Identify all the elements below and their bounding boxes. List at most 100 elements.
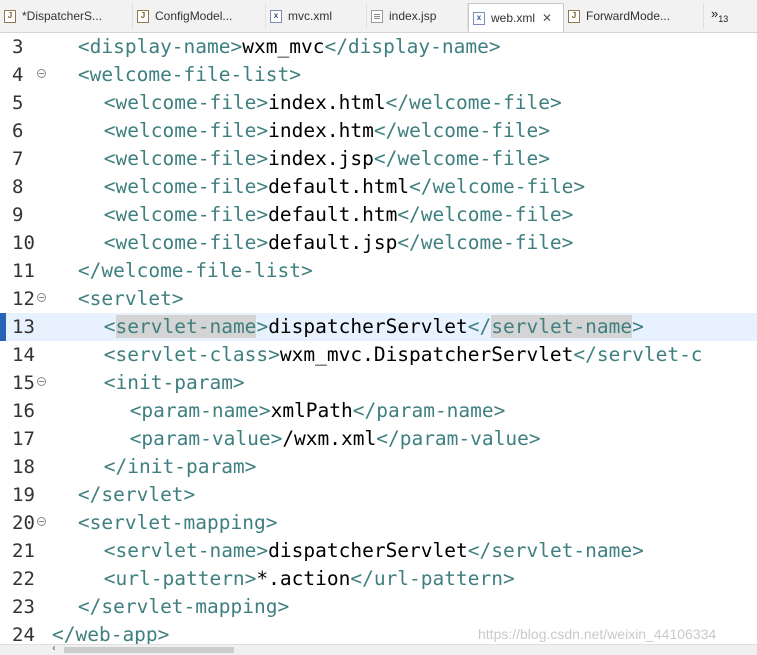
code-line[interactable]: 22 <url-pattern>*.action</url-pattern> — [0, 565, 757, 593]
xml-tag: <param-name> — [129, 399, 271, 422]
fold-collapse-icon[interactable]: − — [37, 517, 46, 526]
current-line-marker — [0, 313, 6, 341]
xml-tag: </welcome-file> — [373, 147, 550, 170]
code-line[interactable]: 4 − <welcome-file-list> — [0, 61, 757, 89]
xml-tag: </welcome-file> — [397, 231, 574, 254]
code-text: <servlet-mapping> — [78, 509, 278, 537]
xml-tag: </param-value> — [376, 427, 541, 450]
editor-tab-bar: J *DispatcherS... J ConfigModel... x mvc… — [0, 0, 757, 33]
code-text: <servlet-name>dispatcherServlet</servlet… — [104, 537, 644, 565]
tab-label: ConfigModel... — [155, 9, 233, 23]
tab-web-xml[interactable]: x web.xml ✕ — [468, 3, 564, 32]
xml-text: xmlPath — [270, 399, 353, 422]
tab-index-jsp[interactable]: index.jsp — [367, 3, 468, 29]
xml-tag: <servlet> — [77, 287, 184, 310]
tab-label: web.xml — [491, 11, 536, 25]
xml-tag: <welcome-file> — [103, 147, 269, 170]
close-icon[interactable]: ✕ — [542, 11, 552, 25]
xml-tag: </welcome-file-list> — [77, 259, 313, 282]
xml-tag: </display-name> — [324, 35, 501, 58]
line-number: 16 — [12, 400, 35, 422]
xml-tag: </servlet-c — [573, 343, 703, 366]
tab-dispatcher-servlet[interactable]: J *DispatcherS... — [0, 3, 133, 29]
tab-forward-model[interactable]: J ForwardMode... — [564, 3, 704, 29]
line-number: 20 — [12, 512, 35, 534]
scroll-left-icon[interactable]: ‹ — [51, 643, 57, 654]
xml-tag: > — [256, 315, 269, 338]
code-text: </welcome-file-list> — [78, 257, 313, 285]
xml-tag: <welcome-file> — [103, 175, 269, 198]
code-text: </init-param> — [104, 453, 257, 481]
xml-tag: <servlet-mapping> — [77, 511, 278, 534]
code-text: <welcome-file>default.jsp</welcome-file> — [104, 229, 574, 257]
line-number: 18 — [12, 456, 35, 478]
tab-mvc-xml[interactable]: x mvc.xml — [266, 3, 367, 29]
fold-collapse-icon[interactable]: − — [37, 293, 46, 302]
xml-tag: <welcome-file> — [103, 91, 269, 114]
code-line[interactable]: 11 </welcome-file-list> — [0, 257, 757, 285]
code-line[interactable]: 10 <welcome-file>default.jsp</welcome-fil… — [0, 229, 757, 257]
watermark: https://blog.csdn.net/weixin_44106334 — [478, 626, 717, 642]
code-line[interactable]: 16 <param-name>xmlPath</param-name> — [0, 397, 757, 425]
code-text: </servlet-mapping> — [78, 593, 289, 621]
code-line[interactable]: 3 <display-name>wxm_mvc</display-name> — [0, 33, 757, 61]
code-line[interactable]: 7 <welcome-file>index.jsp</welcome-file> — [0, 145, 757, 173]
code-line[interactable]: 18 </init-param> — [0, 453, 757, 481]
code-line[interactable]: 15− <init-param> — [0, 369, 757, 397]
line-number: 13 — [12, 316, 35, 338]
xml-tag: </servlet-name> — [467, 539, 644, 562]
code-text: </servlet> — [78, 481, 195, 509]
code-text: <init-param> — [104, 369, 245, 397]
xml-tag: </url-pattern> — [350, 567, 515, 590]
xml-text: default.htm — [268, 203, 398, 226]
xml-tag: <servlet-name> — [103, 539, 269, 562]
xml-tag: <servlet-class> — [103, 343, 280, 366]
xml-tag: <init-param> — [103, 371, 245, 394]
xml-tag-occurrence-highlight: servlet-name — [115, 315, 257, 338]
scrollbar-thumb[interactable] — [64, 647, 234, 653]
code-text: <welcome-file-list> — [78, 61, 301, 89]
xml-tag: <url-pattern> — [103, 567, 257, 590]
line-number: 5 — [12, 92, 24, 114]
code-line[interactable]: 6 <welcome-file>index.htm</welcome-file> — [0, 117, 757, 145]
xml-text: dispatcherServlet — [268, 539, 468, 562]
xml-text: default.html — [268, 175, 410, 198]
xml-text: dispatcherServlet — [268, 315, 468, 338]
tab-config-model[interactable]: J ConfigModel... — [133, 3, 266, 29]
tab-label: ForwardMode... — [586, 9, 671, 23]
code-line[interactable]: 14 <servlet-class>wxm_mvc.DispatcherServl… — [0, 341, 757, 369]
code-text: <param-value>/wxm.xml</param-value> — [130, 425, 541, 453]
code-line[interactable]: 21 <servlet-name>dispatcherServlet</servl… — [0, 537, 757, 565]
xml-tag: <welcome-file> — [103, 119, 269, 142]
code-line[interactable]: 8 <welcome-file>default.html</welcome-fil… — [0, 173, 757, 201]
xml-tag: </welcome-file> — [397, 203, 574, 226]
xml-editor[interactable]: 3 <display-name>wxm_mvc</display-name> 4 − <… — [0, 33, 757, 646]
line-number: 21 — [12, 540, 35, 562]
fold-collapse-icon[interactable]: − — [37, 69, 46, 78]
line-number: 4 — [12, 64, 24, 86]
code-line[interactable]: 20− <servlet-mapping> — [0, 509, 757, 537]
xml-file-icon: x — [270, 9, 282, 23]
code-line[interactable]: 9 <welcome-file>default.htm</welcome-file… — [0, 201, 757, 229]
line-number: 23 — [12, 596, 35, 618]
line-number: 3 — [12, 36, 24, 58]
code-line[interactable]: 17 <param-value>/wxm.xml</param-value> — [0, 425, 757, 453]
line-number: 7 — [12, 148, 24, 170]
code-line[interactable]: 19 </servlet> — [0, 481, 757, 509]
code-line[interactable]: 12− <servlet> — [0, 285, 757, 313]
code-line[interactable]: 5 <welcome-file>index.html</welcome-file> — [0, 89, 757, 117]
code-line[interactable]: 13 <servlet-name>dispatcherServlet</servl… — [0, 313, 757, 341]
tab-label: mvc.xml — [288, 9, 332, 23]
tab-label: index.jsp — [389, 9, 437, 23]
line-number: 19 — [12, 484, 35, 506]
tab-overflow-button[interactable]: »13 — [711, 6, 728, 24]
code-line[interactable]: 23 </servlet-mapping> — [0, 593, 757, 621]
code-text: <welcome-file>default.htm</welcome-file> — [104, 201, 574, 229]
xml-tag: </welcome-file> — [373, 119, 550, 142]
line-number: 9 — [12, 204, 24, 226]
xml-tag: < — [103, 315, 116, 338]
code-text: <servlet> — [78, 285, 184, 313]
fold-collapse-icon[interactable]: − — [37, 377, 46, 386]
horizontal-scrollbar[interactable]: ‹ — [0, 643, 757, 655]
xml-tag: </servlet> — [77, 483, 196, 506]
